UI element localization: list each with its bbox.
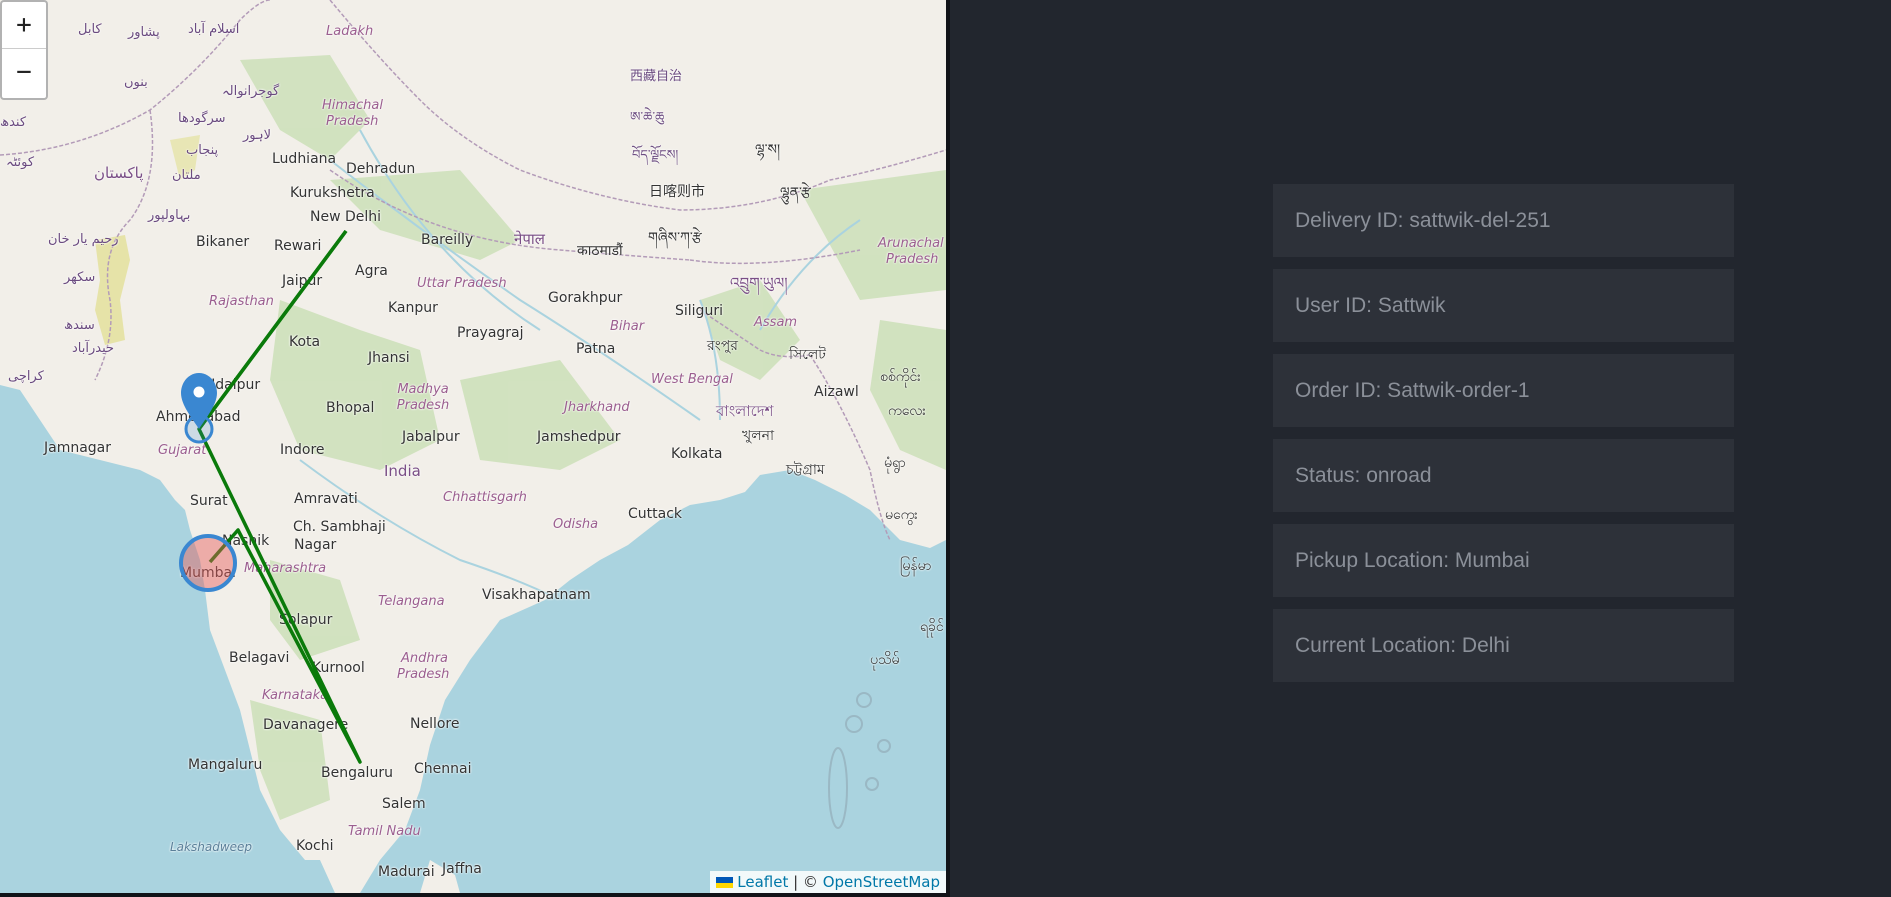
leaflet-link[interactable]: Leaflet — [737, 873, 788, 891]
route-overlay — [179, 229, 362, 764]
delivery-id-card: Delivery ID: sattwik-del-251 — [1273, 184, 1734, 257]
pickup-location-card: Pickup Location: Mumbai — [1273, 524, 1734, 597]
delivery-details-panel: Delivery ID: sattwik-del-251 User ID: Sa… — [1273, 184, 1734, 694]
user-id-card: User ID: Sattwik — [1273, 269, 1734, 342]
openstreetmap-link[interactable]: OpenStreetMap — [823, 873, 940, 891]
map-view[interactable]: New Delhi Dehradun Ludhiana Kurukshetra … — [0, 0, 950, 897]
current-location-card: Current Location: Delhi — [1273, 609, 1734, 682]
zoom-in-button[interactable]: + — [2, 2, 46, 49]
delivery-route — [197, 229, 362, 764]
attribution-separator: | © — [788, 873, 823, 891]
route-segment-delhi — [197, 229, 348, 431]
zoom-out-button[interactable]: − — [2, 49, 46, 95]
order-id-card: Order ID: Sattwik-order-1 — [1273, 354, 1734, 427]
status-card: Status: onroad — [1273, 439, 1734, 512]
zoom-control: + − — [0, 0, 48, 100]
location-marker-pin[interactable] — [181, 373, 217, 429]
pickup-radius-circle[interactable] — [179, 534, 237, 592]
map-attribution: Leaflet | © OpenStreetMap — [710, 871, 946, 893]
ukraine-flag-icon — [716, 877, 734, 888]
